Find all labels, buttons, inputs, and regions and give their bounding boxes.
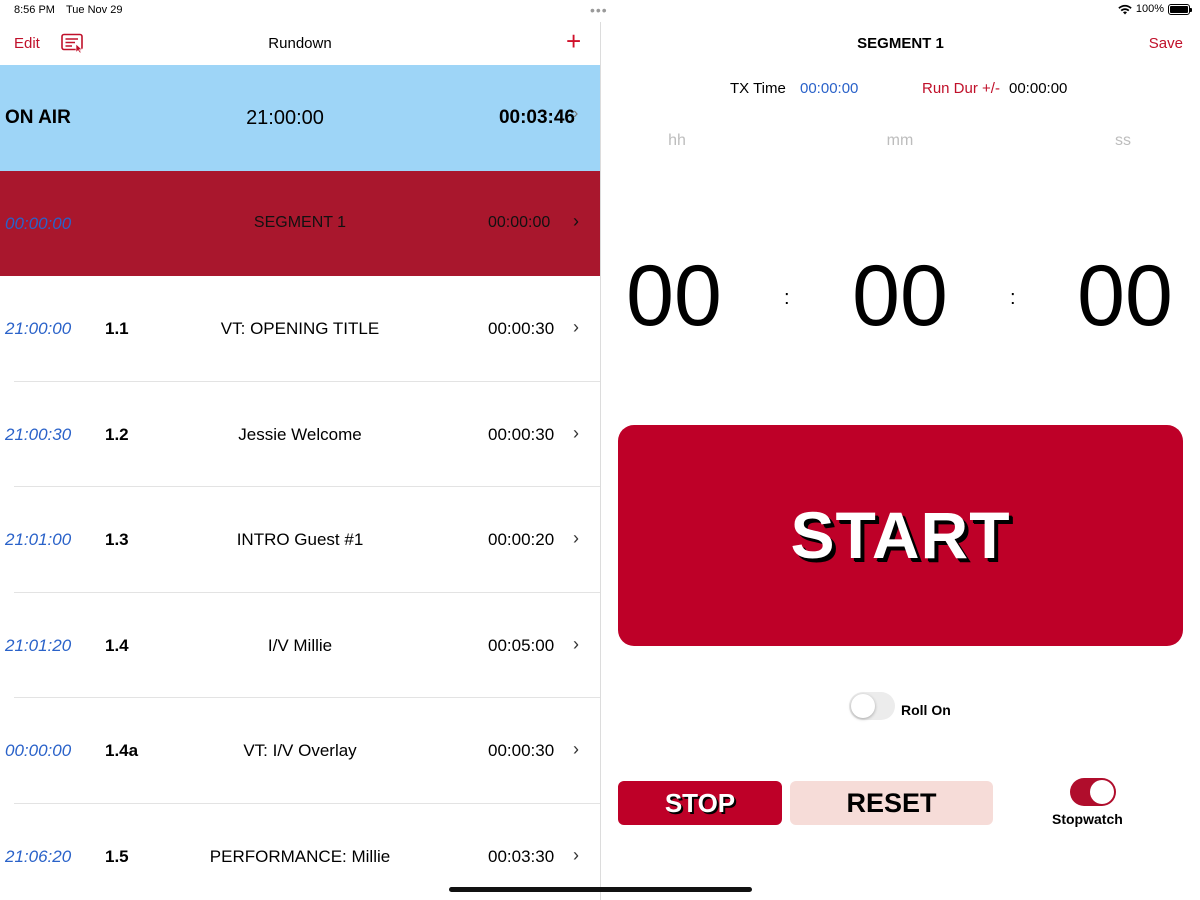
save-button[interactable]: Save bbox=[1149, 35, 1183, 52]
item-duration: 00:03:30 bbox=[488, 846, 555, 866]
hours-unit-label: hh bbox=[668, 132, 686, 149]
status-indicators: 100% bbox=[1118, 3, 1192, 15]
chevron-right-icon: › bbox=[573, 422, 579, 443]
stop-button[interactable]: STOP bbox=[618, 781, 782, 825]
item-duration: 00:00:30 bbox=[488, 319, 555, 338]
rundown-item-row[interactable]: 21:00:00 1.1 VT: OPENING TITLE 00:00:30 … bbox=[0, 276, 600, 382]
time-separator: : bbox=[784, 287, 790, 309]
wifi-icon bbox=[1118, 4, 1132, 14]
rundown-pane: Edit Rundown + ON AIR 21:00:00 00:03:46 … bbox=[0, 22, 600, 900]
chevron-right-icon: › bbox=[573, 528, 579, 548]
toggle-knob bbox=[1090, 780, 1114, 804]
segment-detail-pane: SEGMENT 1 Save TX Time 00:00:00 Run Dur … bbox=[601, 22, 1200, 900]
chevron-right-icon: › bbox=[573, 633, 579, 654]
chevron-right-icon: › bbox=[573, 739, 579, 759]
item-duration: 00:00:30 bbox=[488, 741, 555, 760]
status-date: Tue Nov 29 bbox=[66, 4, 123, 16]
chevron-right-icon: › bbox=[573, 317, 579, 337]
rundown-item-row[interactable]: 21:01:00 1.3 INTRO Guest #1 00:00:20 › bbox=[0, 487, 600, 593]
on-air-remaining: 00:03:46 bbox=[498, 107, 575, 128]
start-button-label: START bbox=[790, 498, 1011, 572]
multitasking-dots-icon[interactable]: ••• bbox=[590, 2, 608, 18]
tx-time-value[interactable]: 00:00:00 bbox=[800, 80, 858, 97]
stopwatch-label: Stopwatch bbox=[1052, 811, 1123, 827]
run-duration-value[interactable]: 00:00:00 bbox=[1009, 80, 1067, 97]
time-separator: : bbox=[1010, 287, 1016, 309]
segment-duration: 00:00:00 bbox=[488, 213, 551, 231]
item-duration: 00:00:30 bbox=[488, 424, 555, 444]
rundown-item-row[interactable]: 00:00:00 1.4a VT: I/V Overlay 00:00:30 › bbox=[0, 698, 600, 804]
stopwatch-toggle[interactable] bbox=[1070, 778, 1116, 806]
tx-time-label: TX Time bbox=[730, 80, 786, 97]
rundown-item-row[interactable]: 21:01:20 1.4 I/V Millie 00:05:00 › bbox=[0, 593, 600, 698]
item-duration: 00:05:00 bbox=[488, 635, 555, 655]
minutes-unit-label: mm bbox=[886, 132, 914, 149]
segment-detail-title: SEGMENT 1 bbox=[857, 35, 944, 52]
toggle-knob bbox=[851, 694, 875, 718]
status-time: 8:56 PM bbox=[14, 4, 55, 16]
chevron-right-icon: › bbox=[573, 844, 579, 865]
rundown-nav-bar: Edit Rundown + bbox=[0, 22, 600, 65]
rundown-title: Rundown bbox=[268, 35, 332, 52]
seconds-unit-label: ss bbox=[1115, 132, 1131, 149]
home-indicator[interactable] bbox=[449, 887, 752, 892]
chevron-right-icon: › bbox=[573, 210, 579, 231]
hours-picker[interactable]: 00 bbox=[614, 247, 734, 346]
run-duration-label: Run Dur +/- bbox=[922, 80, 1000, 97]
battery-icon bbox=[1168, 3, 1192, 15]
rundown-item-row[interactable]: 21:00:30 1.2 Jessie Welcome 00:00:30 › bbox=[0, 382, 600, 487]
chevron-right-icon: › bbox=[573, 105, 579, 122]
reset-button[interactable]: RESET bbox=[790, 781, 993, 825]
segment-row[interactable]: 00:00:00 SEGMENT 1 00:00:00 › bbox=[0, 170, 600, 276]
on-air-row[interactable]: ON AIR 21:00:00 00:03:46 › bbox=[0, 65, 600, 171]
roll-on-label: Roll On bbox=[901, 702, 951, 718]
add-item-button[interactable]: + bbox=[566, 28, 581, 54]
rundown-item-row[interactable]: 21:06:20 1.5 PERFORMANCE: Millie 00:03:3… bbox=[0, 804, 600, 900]
status-bar: 8:56 PM Tue Nov 29 ••• 100% bbox=[0, 0, 1200, 22]
item-duration: 00:00:20 bbox=[488, 530, 555, 549]
minutes-picker[interactable]: 00 bbox=[840, 247, 960, 346]
battery-percent: 100% bbox=[1135, 3, 1164, 15]
seconds-picker[interactable]: 00 bbox=[1065, 247, 1185, 346]
start-button[interactable]: START bbox=[618, 425, 1183, 646]
on-air-clock: 21:00:00 bbox=[246, 107, 324, 129]
roll-on-toggle[interactable] bbox=[849, 692, 895, 720]
